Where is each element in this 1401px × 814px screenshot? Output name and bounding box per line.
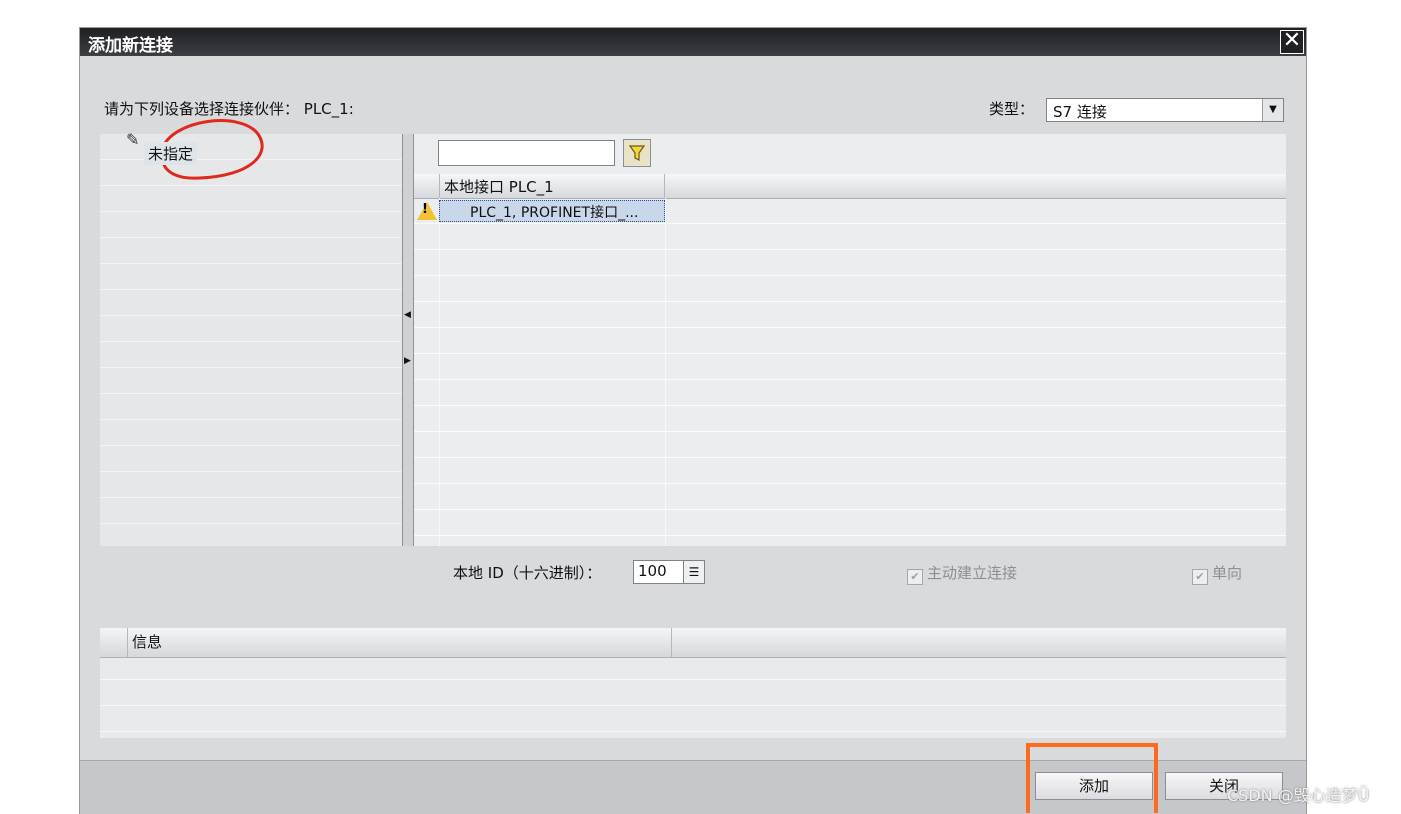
panel-splitter[interactable]: ◀ ▶ — [402, 134, 414, 546]
list-icon[interactable]: ☰ — [683, 560, 705, 584]
grid-divider — [665, 198, 666, 546]
close-icon[interactable]: ✕ — [1280, 30, 1304, 54]
type-label: 类型： — [989, 100, 1035, 118]
info-table: 信息 — [100, 628, 1286, 738]
filter-input[interactable] — [438, 140, 615, 166]
warning-mark: ! — [422, 202, 428, 217]
tree-item-unspecified[interactable]: 未指定 — [144, 142, 198, 165]
chevron-down-icon[interactable]: ▼ — [1262, 99, 1283, 121]
oneway-label: 单向 — [1212, 564, 1243, 582]
column-local-interface[interactable]: 本地接口 PLC_1 — [439, 174, 665, 198]
grid-divider — [439, 198, 440, 546]
watermark: CSDN @毁心造梦Ü — [1227, 786, 1370, 805]
add-connection-dialog: 添加新连接 ✕ 请为下列设备选择连接伙伴： PLC_1: 类型： S7 连接 ▼… — [80, 28, 1306, 814]
partner-tree: ✎ 未指定 — [100, 119, 402, 546]
title-bar: 添加新连接 ✕ — [80, 28, 1306, 56]
pencil-icon: ✎ — [126, 130, 140, 149]
grid-header: 本地接口 PLC_1 — [414, 174, 1286, 199]
type-select-value: S7 连接 — [1053, 103, 1107, 121]
check-icon: ✔ — [907, 569, 923, 585]
check-icon: ✔ — [1192, 569, 1208, 585]
type-select[interactable]: S7 连接 ▼ — [1046, 98, 1284, 122]
local-id-input[interactable]: 100 — [633, 560, 685, 584]
collapse-right-icon[interactable]: ▶ — [404, 356, 411, 366]
highlight-box — [1026, 743, 1158, 813]
interface-row[interactable]: PLC_1, PROFINET接口_... — [439, 200, 665, 222]
active-connect-label: 主动建立连接 — [927, 564, 1018, 582]
collapse-left-icon[interactable]: ◀ — [404, 310, 411, 320]
column-info[interactable]: 信息 — [127, 628, 672, 657]
active-connect-checkbox: ✔ 主动建立连接 — [907, 562, 1017, 585]
info-header: 信息 — [100, 628, 1286, 658]
interface-grid: 本地接口 PLC_1 ! PLC_1, PROFINET接口_... — [414, 134, 1286, 546]
filter-icon[interactable] — [623, 139, 651, 167]
local-id-label: 本地 ID（十六进制）： — [453, 564, 602, 582]
dialog-title: 添加新连接 — [88, 36, 173, 56]
oneway-checkbox: ✔ 单向 — [1192, 562, 1242, 585]
red-annotation-circle — [160, 119, 264, 180]
grid-rows: ! PLC_1, PROFINET接口_... — [414, 198, 1286, 546]
